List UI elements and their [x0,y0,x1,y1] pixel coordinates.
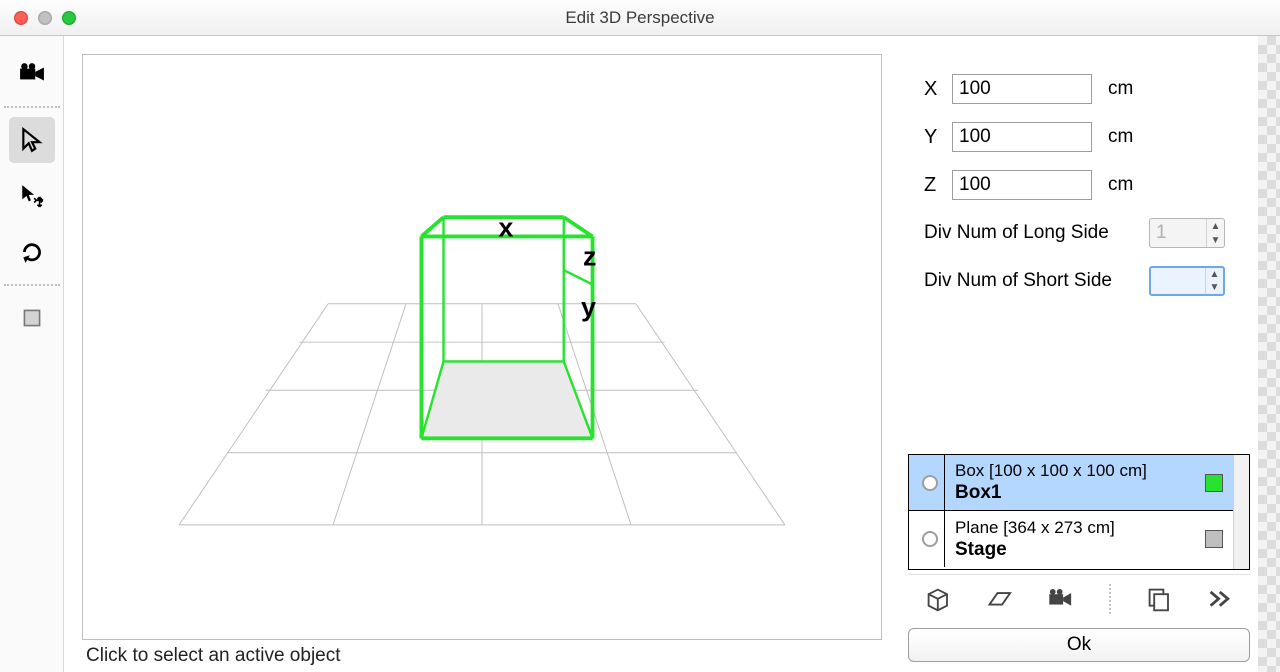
minimize-icon[interactable] [38,11,52,25]
prop-div-short-label: Div Num of Short Side [924,270,1149,292]
window-controls [0,11,76,25]
color-swatch[interactable] [1205,474,1223,492]
color-swatch[interactable] [1205,530,1223,548]
object-desc: Box [100 x 100 x 100 cm] [955,460,1195,481]
duplicate-button[interactable] [1145,585,1173,613]
prop-row-x: X cm [924,74,1240,104]
more-button[interactable] [1206,585,1234,613]
stepper-up-icon[interactable]: ▲ [1207,219,1224,233]
square-icon [19,305,45,331]
prop-row-div-short: Div Num of Short Side 1 ▲▼ [924,266,1240,296]
prop-x-label: X [924,78,952,101]
stop-tool-button[interactable] [9,295,55,341]
prop-row-z: Z cm [924,170,1240,200]
axis-y-label: y [581,292,596,322]
stepper-down-icon[interactable]: ▼ [1207,233,1224,247]
prop-div-long-label: Div Num of Long Side [924,222,1149,244]
prop-div-short-input[interactable]: 1 ▲▼ [1149,266,1225,296]
object-name: Box1 [955,481,1195,505]
axis-z-label: z [583,241,596,271]
select-tool-button[interactable] [9,117,55,163]
prop-z-unit: cm [1108,174,1133,196]
rotate-icon [19,239,45,265]
viewport-svg: x y z [83,55,881,639]
rotate-tool-button[interactable] [9,229,55,275]
close-icon[interactable] [14,11,28,25]
prop-y-input[interactable] [952,122,1092,152]
ok-button[interactable]: Ok [908,628,1250,662]
list-item[interactable]: Box [100 x 100 x 100 cm] Box1 [909,455,1233,511]
prop-x-unit: cm [1108,78,1133,100]
stepper-down-icon[interactable]: ▼ [1206,281,1223,294]
add-cube-button[interactable] [924,585,952,613]
move-cursor-icon [19,183,45,209]
add-camera-button[interactable] [1047,585,1075,613]
prop-z-input[interactable] [952,170,1092,200]
left-toolbar [0,36,64,672]
object-list: Box [100 x 100 x 100 cm] Box1 Plane [364… [908,454,1250,570]
viewport-area: x y z Click to select an active object [64,36,900,672]
scrollbar[interactable] [1233,455,1249,569]
radio-icon[interactable] [922,475,938,491]
maximize-icon[interactable] [62,11,76,25]
object-name: Stage [955,538,1195,562]
right-gutter [1258,36,1280,672]
window-title: Edit 3D Perspective [0,8,1280,28]
axis-x-label: x [498,212,513,242]
stepper-up-icon[interactable]: ▲ [1206,268,1223,281]
prop-row-div-long: Div Num of Long Side ▲▼ [924,218,1240,248]
prop-y-unit: cm [1108,126,1133,148]
object-toolbar [908,574,1250,622]
3d-viewport[interactable]: x y z [82,54,882,640]
prop-row-y: Y cm [924,122,1240,152]
move-tool-button[interactable] [9,173,55,219]
camera-tool-button[interactable] [9,51,55,97]
properties-panel: X cm Y cm Z cm Div Num of Long Side ▲▼ [900,36,1258,672]
radio-icon[interactable] [922,531,938,547]
status-bar: Click to select an active object [82,640,882,672]
arrow-cursor-icon [19,127,45,153]
prop-x-input[interactable] [952,74,1092,104]
camera-icon [19,61,45,87]
prop-y-label: Y [924,126,952,149]
prop-div-long-input[interactable]: ▲▼ [1149,218,1225,248]
prop-z-label: Z [924,174,952,197]
object-desc: Plane [364 x 273 cm] [955,517,1195,538]
list-item[interactable]: Plane [364 x 273 cm] Stage [909,511,1233,567]
titlebar: Edit 3D Perspective [0,0,1280,36]
add-plane-button[interactable] [986,585,1014,613]
